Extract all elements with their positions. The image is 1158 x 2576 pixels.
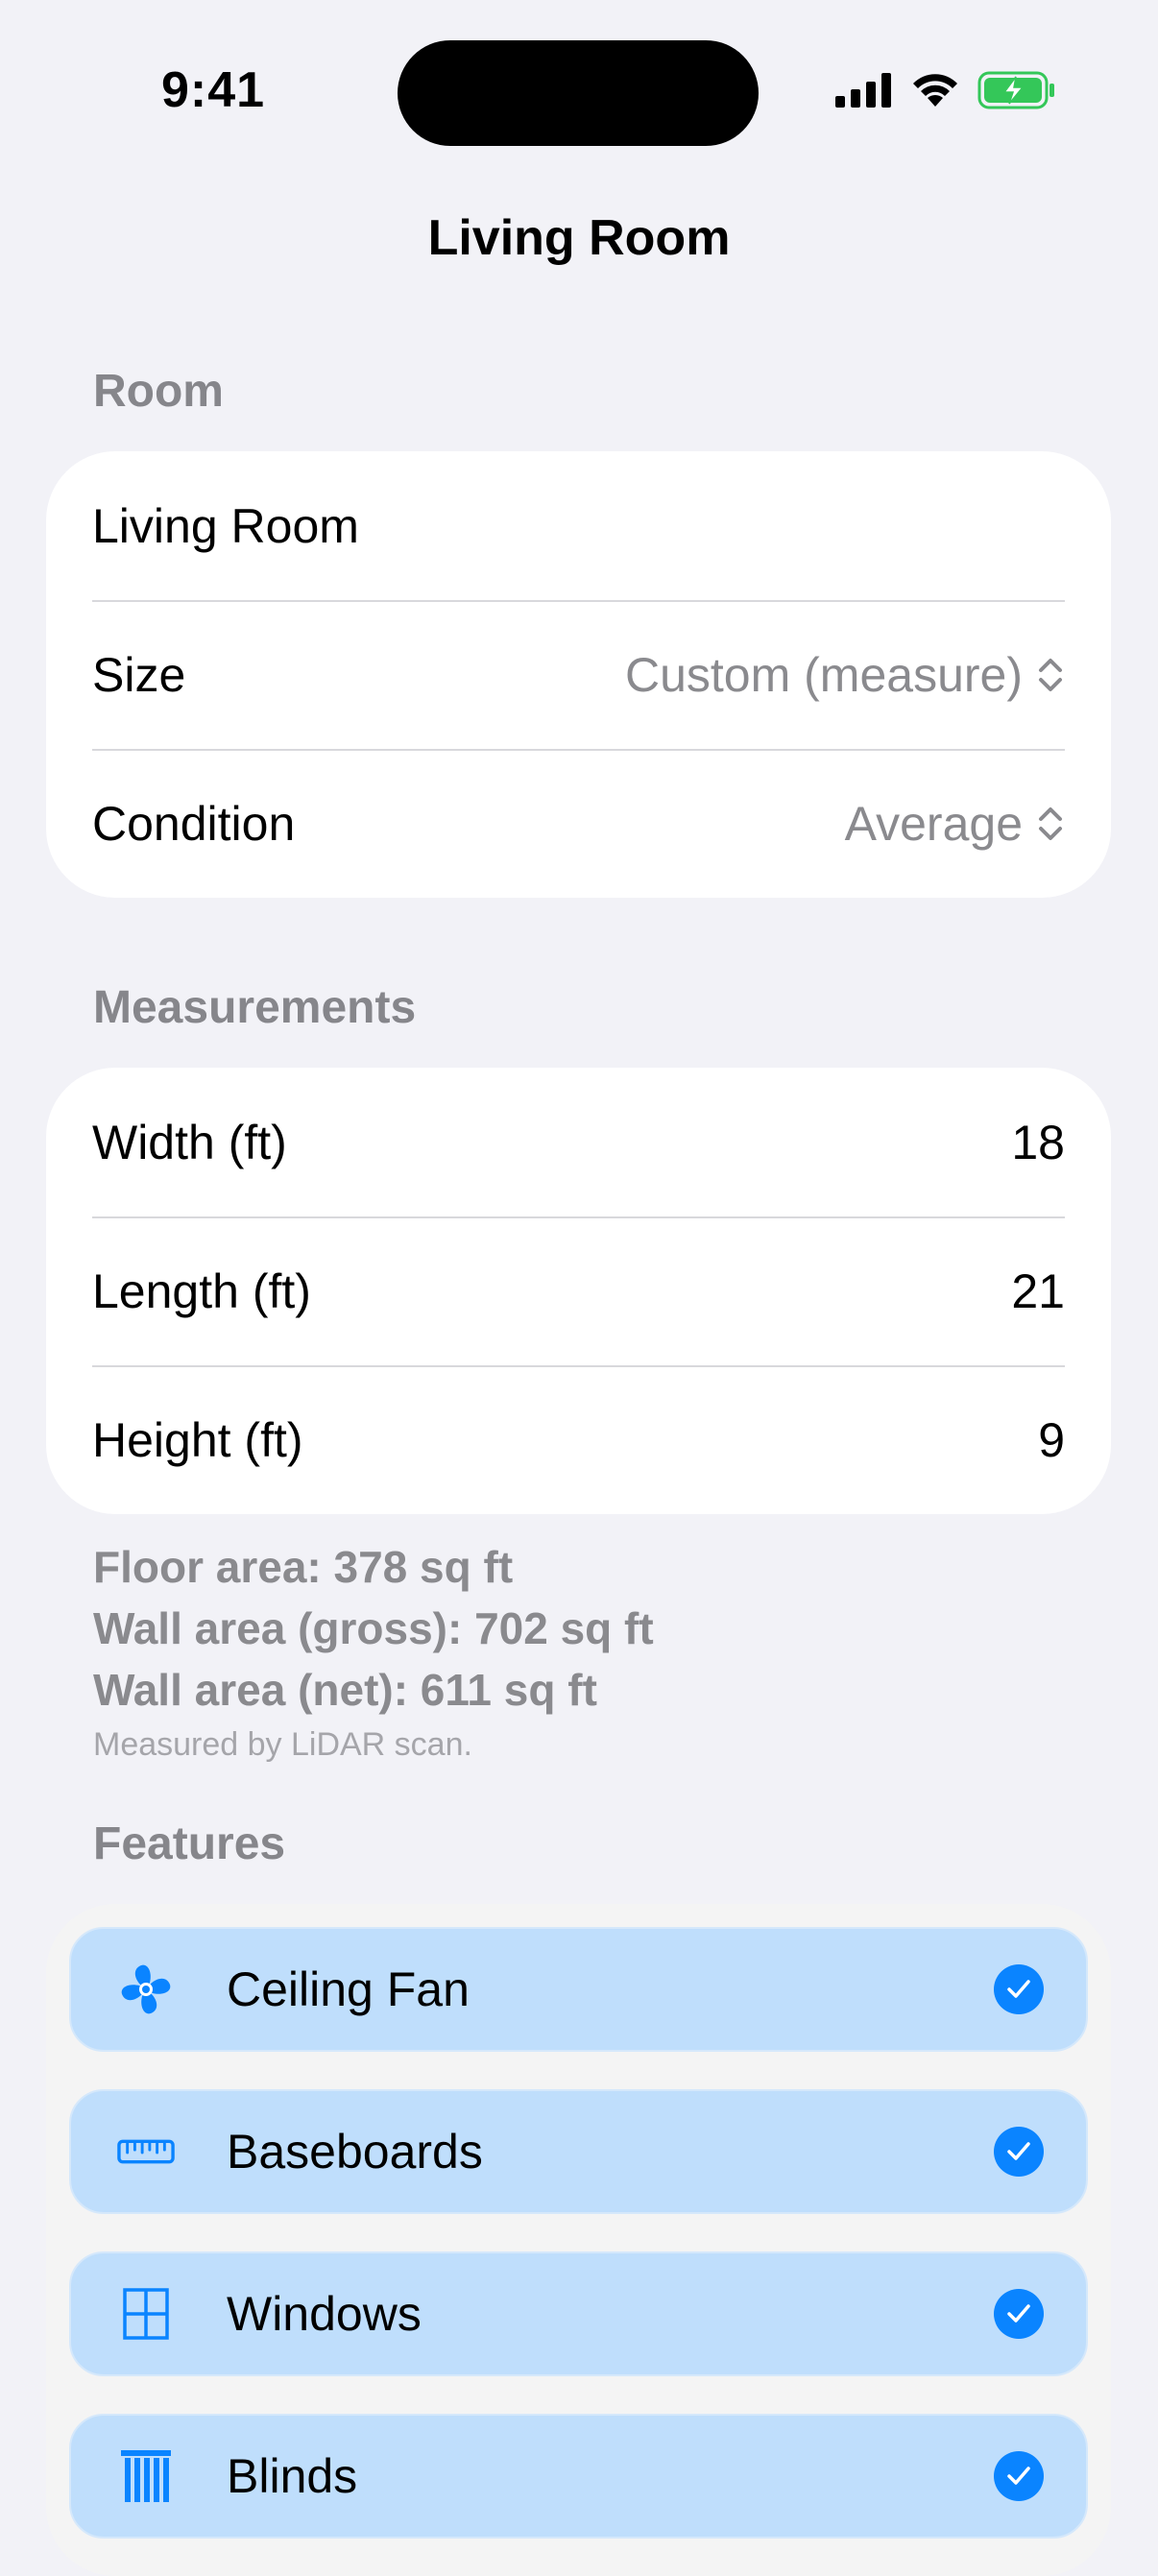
feature-windows[interactable]: Windows (69, 2251, 1088, 2376)
section-header-room: Room (93, 366, 224, 417)
cellular-signal-icon (835, 73, 893, 108)
room-name-field[interactable]: Living Room (46, 451, 1111, 600)
length-field[interactable]: Length (ft) 21 (46, 1216, 1111, 1365)
checkmark-icon[interactable] (994, 2127, 1044, 2177)
chevron-up-down-icon (1036, 803, 1065, 845)
size-value: Custom (measure) (625, 647, 1023, 702)
wifi-icon (910, 72, 960, 108)
length-label: Length (ft) (92, 1264, 311, 1318)
status-time: 9:41 (161, 62, 266, 118)
fan-icon (117, 1961, 175, 2018)
area-summary: Floor area: 378 sq ft Wall area (gross):… (93, 1536, 654, 1721)
ruler-icon (117, 2123, 175, 2180)
blinds-icon (117, 2447, 175, 2505)
wall-area-gross-text: Wall area (gross): 702 sq ft (93, 1603, 654, 1653)
feature-label-blinds: Blinds (227, 2449, 358, 2503)
checkmark-icon[interactable] (994, 2451, 1044, 2501)
section-header-measurements: Measurements (93, 982, 417, 1033)
features-card: Ceiling Fan Baseboards Windows Blinds (46, 1904, 1111, 2576)
room-card: Living Room Size Custom (measure) Condit… (46, 451, 1111, 898)
feature-blinds[interactable]: Blinds (69, 2414, 1088, 2539)
status-bar: 9:41 (0, 0, 1158, 182)
width-label: Width (ft) (92, 1115, 287, 1169)
page-title: Living Room (427, 210, 731, 266)
height-value: 9 (1038, 1412, 1065, 1467)
wall-area-net-text: Wall area (net): 611 sq ft (93, 1665, 597, 1715)
condition-picker[interactable]: Condition Average (46, 749, 1111, 898)
height-label: Height (ft) (92, 1412, 303, 1467)
lidar-note: Measured by LiDAR scan. (93, 1726, 472, 1763)
measurements-card: Width (ft) 18 Length (ft) 21 Height (ft)… (46, 1068, 1111, 1514)
room-name-value: Living Room (92, 498, 359, 553)
feature-label-baseboards: Baseboards (227, 2125, 483, 2179)
feature-ceiling-fan[interactable]: Ceiling Fan (69, 1927, 1088, 2052)
chevron-up-down-icon (1036, 654, 1065, 696)
status-icons (835, 71, 1056, 109)
size-picker[interactable]: Size Custom (measure) (46, 600, 1111, 749)
feature-baseboards[interactable]: Baseboards (69, 2089, 1088, 2214)
width-field[interactable]: Width (ft) 18 (46, 1068, 1111, 1216)
condition-value: Average (844, 796, 1023, 851)
window-icon (117, 2285, 175, 2343)
battery-charging-icon (977, 71, 1056, 109)
feature-label-ceiling-fan: Ceiling Fan (227, 1962, 470, 2016)
feature-label-windows: Windows (227, 2287, 422, 2341)
width-value: 18 (1011, 1115, 1065, 1169)
section-header-features: Features (93, 1818, 286, 1869)
size-label: Size (92, 647, 186, 702)
height-field[interactable]: Height (ft) 9 (46, 1365, 1111, 1514)
dynamic-island (398, 40, 759, 146)
floor-area-text: Floor area: 378 sq ft (93, 1542, 514, 1592)
condition-label: Condition (92, 796, 296, 851)
checkmark-icon[interactable] (994, 1964, 1044, 2014)
length-value: 21 (1011, 1264, 1065, 1318)
checkmark-icon[interactable] (994, 2289, 1044, 2339)
